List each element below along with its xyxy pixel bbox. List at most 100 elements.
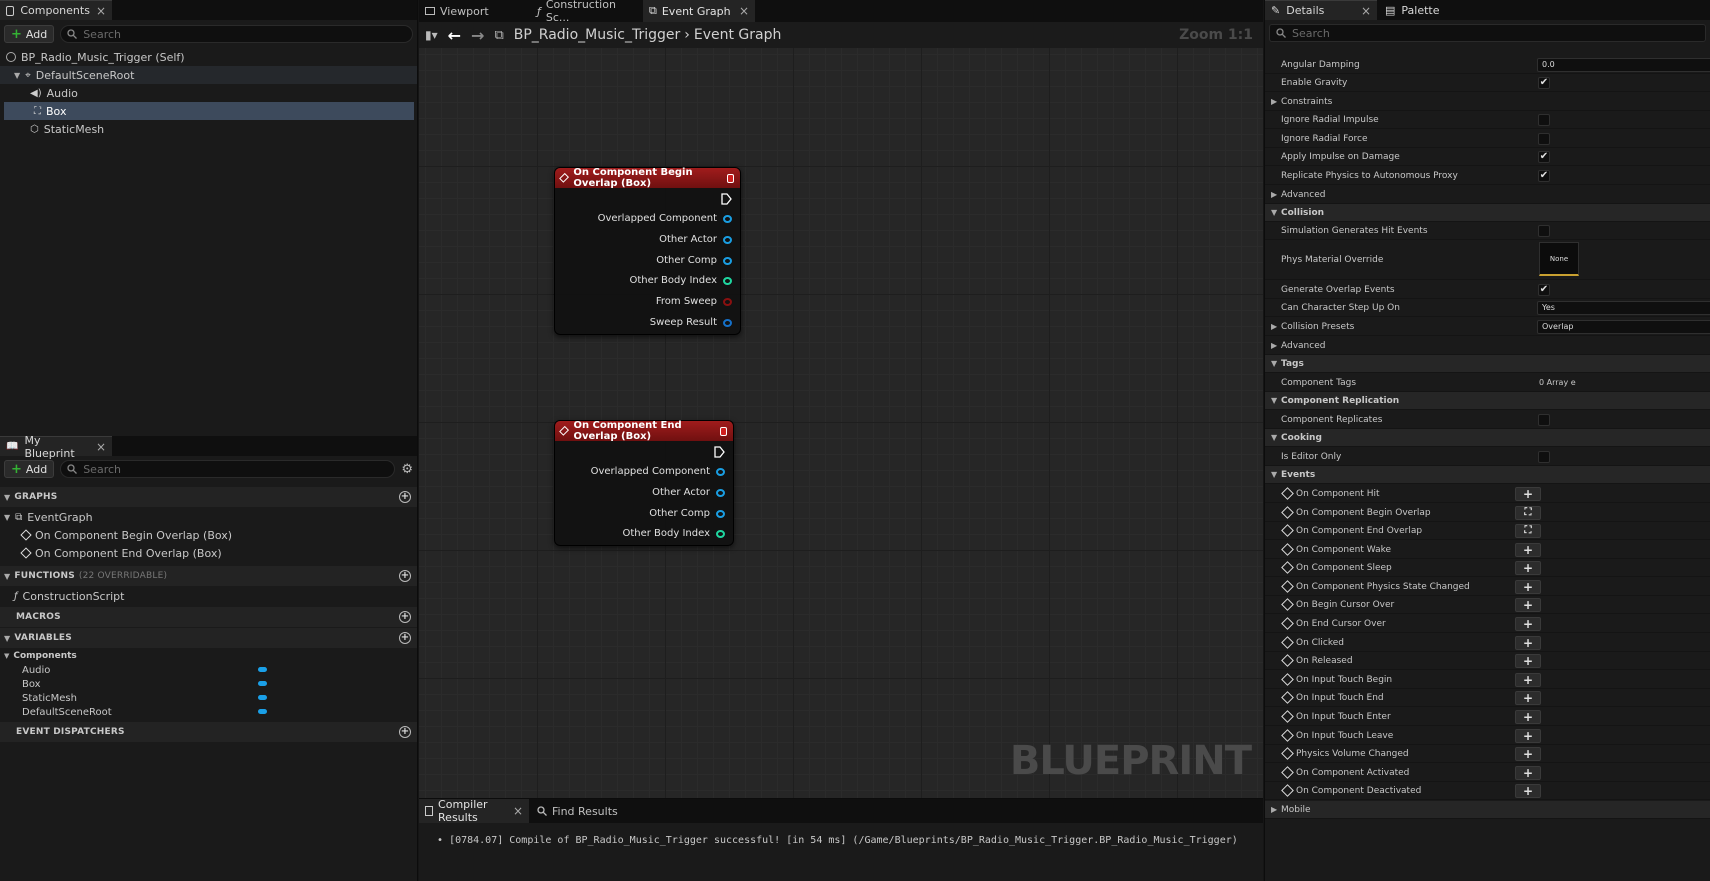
category-events[interactable]: ▼ Events [1265,466,1710,484]
struct-pin-icon[interactable] [723,318,732,327]
tree-item-begin-overlap[interactable]: On Component Begin Overlap (Box) [0,526,417,544]
collision-presets-dropdown[interactable]: Overlap [1537,319,1710,334]
macros-section[interactable]: MACROS + [0,607,417,627]
close-icon[interactable]: × [96,440,106,454]
sim-hit-events-checkbox[interactable] [1538,224,1550,237]
component-replicates-checkbox[interactable] [1538,413,1550,426]
row-constraints[interactable]: ▶ Constraints [1265,93,1710,111]
variable-audio[interactable]: Audio [0,663,417,677]
variables-section[interactable]: ▼ VARIABLES + [0,628,417,648]
tree-item-staticmesh[interactable]: ⬡ StaticMesh [0,120,417,138]
pin-other-actor[interactable]: Other Actor [659,234,732,245]
pin-other-body-index[interactable]: Other Body Index [622,528,725,539]
add-event-button[interactable]: + [1515,486,1541,501]
add-event-button[interactable]: + [1515,672,1541,687]
add-macro-icon[interactable]: + [399,611,411,623]
view-event-button[interactable]: ⛶ [1515,523,1541,538]
tab-find-results[interactable]: Find Results [531,799,631,823]
enable-gravity-checkbox[interactable]: ✔ [1538,76,1550,89]
row-collision-advanced[interactable]: ▶ Advanced [1265,337,1710,355]
tab-event-graph[interactable]: ⧉ Event Graph × [643,0,755,22]
tab-components[interactable]: Components × [0,0,112,20]
add-event-button[interactable]: + [1515,765,1541,780]
add-event-button[interactable]: + [1515,728,1541,743]
variable-staticmesh[interactable]: StaticMesh [0,691,417,705]
tab-my-blueprint[interactable]: 📖 My Blueprint × [0,434,112,460]
add-member-button[interactable]: + Add [4,460,55,478]
tree-item-box[interactable]: ⛶ Box [4,102,414,120]
forward-arrow-icon[interactable]: → [471,26,484,45]
category-collision[interactable]: ▼ Collision [1265,204,1710,222]
tab-viewport[interactable]: Viewport [419,0,531,22]
view-event-button[interactable]: ⛶ [1515,505,1541,520]
blueprint-search-input[interactable]: Search [60,460,396,478]
boolean-pin-icon[interactable] [723,297,732,306]
close-icon[interactable]: × [96,4,106,18]
tab-details[interactable]: ✎ Details × [1265,0,1377,20]
node-begin-overlap[interactable]: On Component Begin Overlap (Box) Overlap… [554,167,741,335]
node-header[interactable]: On Component End Overlap (Box) [555,420,733,442]
category-cooking[interactable]: ▼ Cooking [1265,429,1710,447]
object-pin-icon[interactable] [716,467,725,476]
object-pin-icon[interactable] [723,214,732,223]
add-event-button[interactable]: + [1515,746,1541,761]
pin-overlapped-component[interactable]: Overlapped Component [598,213,732,224]
tree-item-audio[interactable]: ◀) Audio [0,84,417,102]
close-icon[interactable]: × [1361,4,1371,18]
close-icon[interactable]: × [513,804,523,818]
ignore-radial-force-checkbox[interactable] [1538,132,1550,145]
add-event-button[interactable]: + [1515,690,1541,705]
pin-overlapped-component[interactable]: Overlapped Component [591,466,725,477]
tab-compiler-results[interactable]: Compiler Results × [419,798,529,824]
add-event-button[interactable]: + [1515,579,1541,594]
add-component-button[interactable]: + Add [4,25,55,43]
breadcrumb-blueprint[interactable]: BP_Radio_Music_Trigger [514,27,681,43]
components-search-input[interactable]: Search [60,25,413,43]
variable-category-components[interactable]: ▼ Components [0,649,417,663]
graphs-section[interactable]: ▼ GRAPHS + [0,487,417,507]
object-pin-icon[interactable] [723,256,732,265]
pin-other-actor[interactable]: Other Actor [652,487,725,498]
add-variable-icon[interactable]: + [399,632,411,644]
tab-palette[interactable]: ▤ Palette [1379,0,1479,20]
node-end-overlap[interactable]: On Component End Overlap (Box) Overlappe… [554,420,734,546]
pin-other-body-index[interactable]: Other Body Index [629,275,732,286]
add-event-button[interactable]: + [1515,635,1541,650]
tree-item-self[interactable]: BP_Radio_Music_Trigger (Self) [0,48,417,66]
add-event-button[interactable]: + [1515,783,1541,798]
category-tags[interactable]: ▼ Tags [1265,355,1710,373]
row-collision-presets[interactable]: ▶ Collision Presets Overlap [1265,318,1710,336]
pin-sweep-result[interactable]: Sweep Result [650,317,732,328]
ignore-radial-impulse-checkbox[interactable] [1538,113,1550,126]
add-event-button[interactable]: + [1515,616,1541,631]
add-event-button[interactable]: + [1515,542,1541,557]
pin-from-sweep[interactable]: From Sweep [656,296,732,307]
breadcrumb-graph[interactable]: Event Graph [694,27,782,43]
graph-canvas[interactable]: On Component Begin Overlap (Box) Overlap… [419,48,1263,798]
add-function-icon[interactable]: + [399,570,411,582]
object-pin-icon[interactable] [723,235,732,244]
add-event-button[interactable]: + [1515,597,1541,612]
row-physics-advanced[interactable]: ▶ Advanced [1265,186,1710,204]
tree-item-construction-script[interactable]: ƒ ConstructionScript [0,587,417,605]
apply-impulse-checkbox[interactable]: ✔ [1538,150,1550,163]
integer-pin-icon[interactable] [723,276,732,285]
delegate-pin[interactable] [719,426,727,436]
is-editor-only-checkbox[interactable] [1538,450,1550,463]
exec-pin-icon[interactable] [721,193,732,205]
node-header[interactable]: On Component Begin Overlap (Box) [555,167,740,189]
add-event-button[interactable]: + [1515,560,1541,575]
back-arrow-icon[interactable]: ← [448,26,461,45]
tab-construction-script[interactable]: ƒ Construction Sc... [531,0,643,24]
add-event-button[interactable]: + [1515,653,1541,668]
tree-item-defaultsceneroot[interactable]: ▼ ⌖ DefaultSceneRoot [0,66,417,84]
object-pin-icon[interactable] [716,488,725,497]
add-dispatcher-icon[interactable]: + [399,726,411,738]
generate-overlap-checkbox[interactable]: ✔ [1538,283,1550,296]
category-mobile[interactable]: ▶ Mobile [1265,801,1710,819]
replicate-physics-checkbox[interactable]: ✔ [1538,169,1550,182]
phys-material-thumbnail[interactable]: None [1539,242,1579,276]
category-component-replication[interactable]: ▼ Component Replication [1265,392,1710,410]
close-icon[interactable]: × [739,4,749,18]
add-event-button[interactable]: + [1515,709,1541,724]
